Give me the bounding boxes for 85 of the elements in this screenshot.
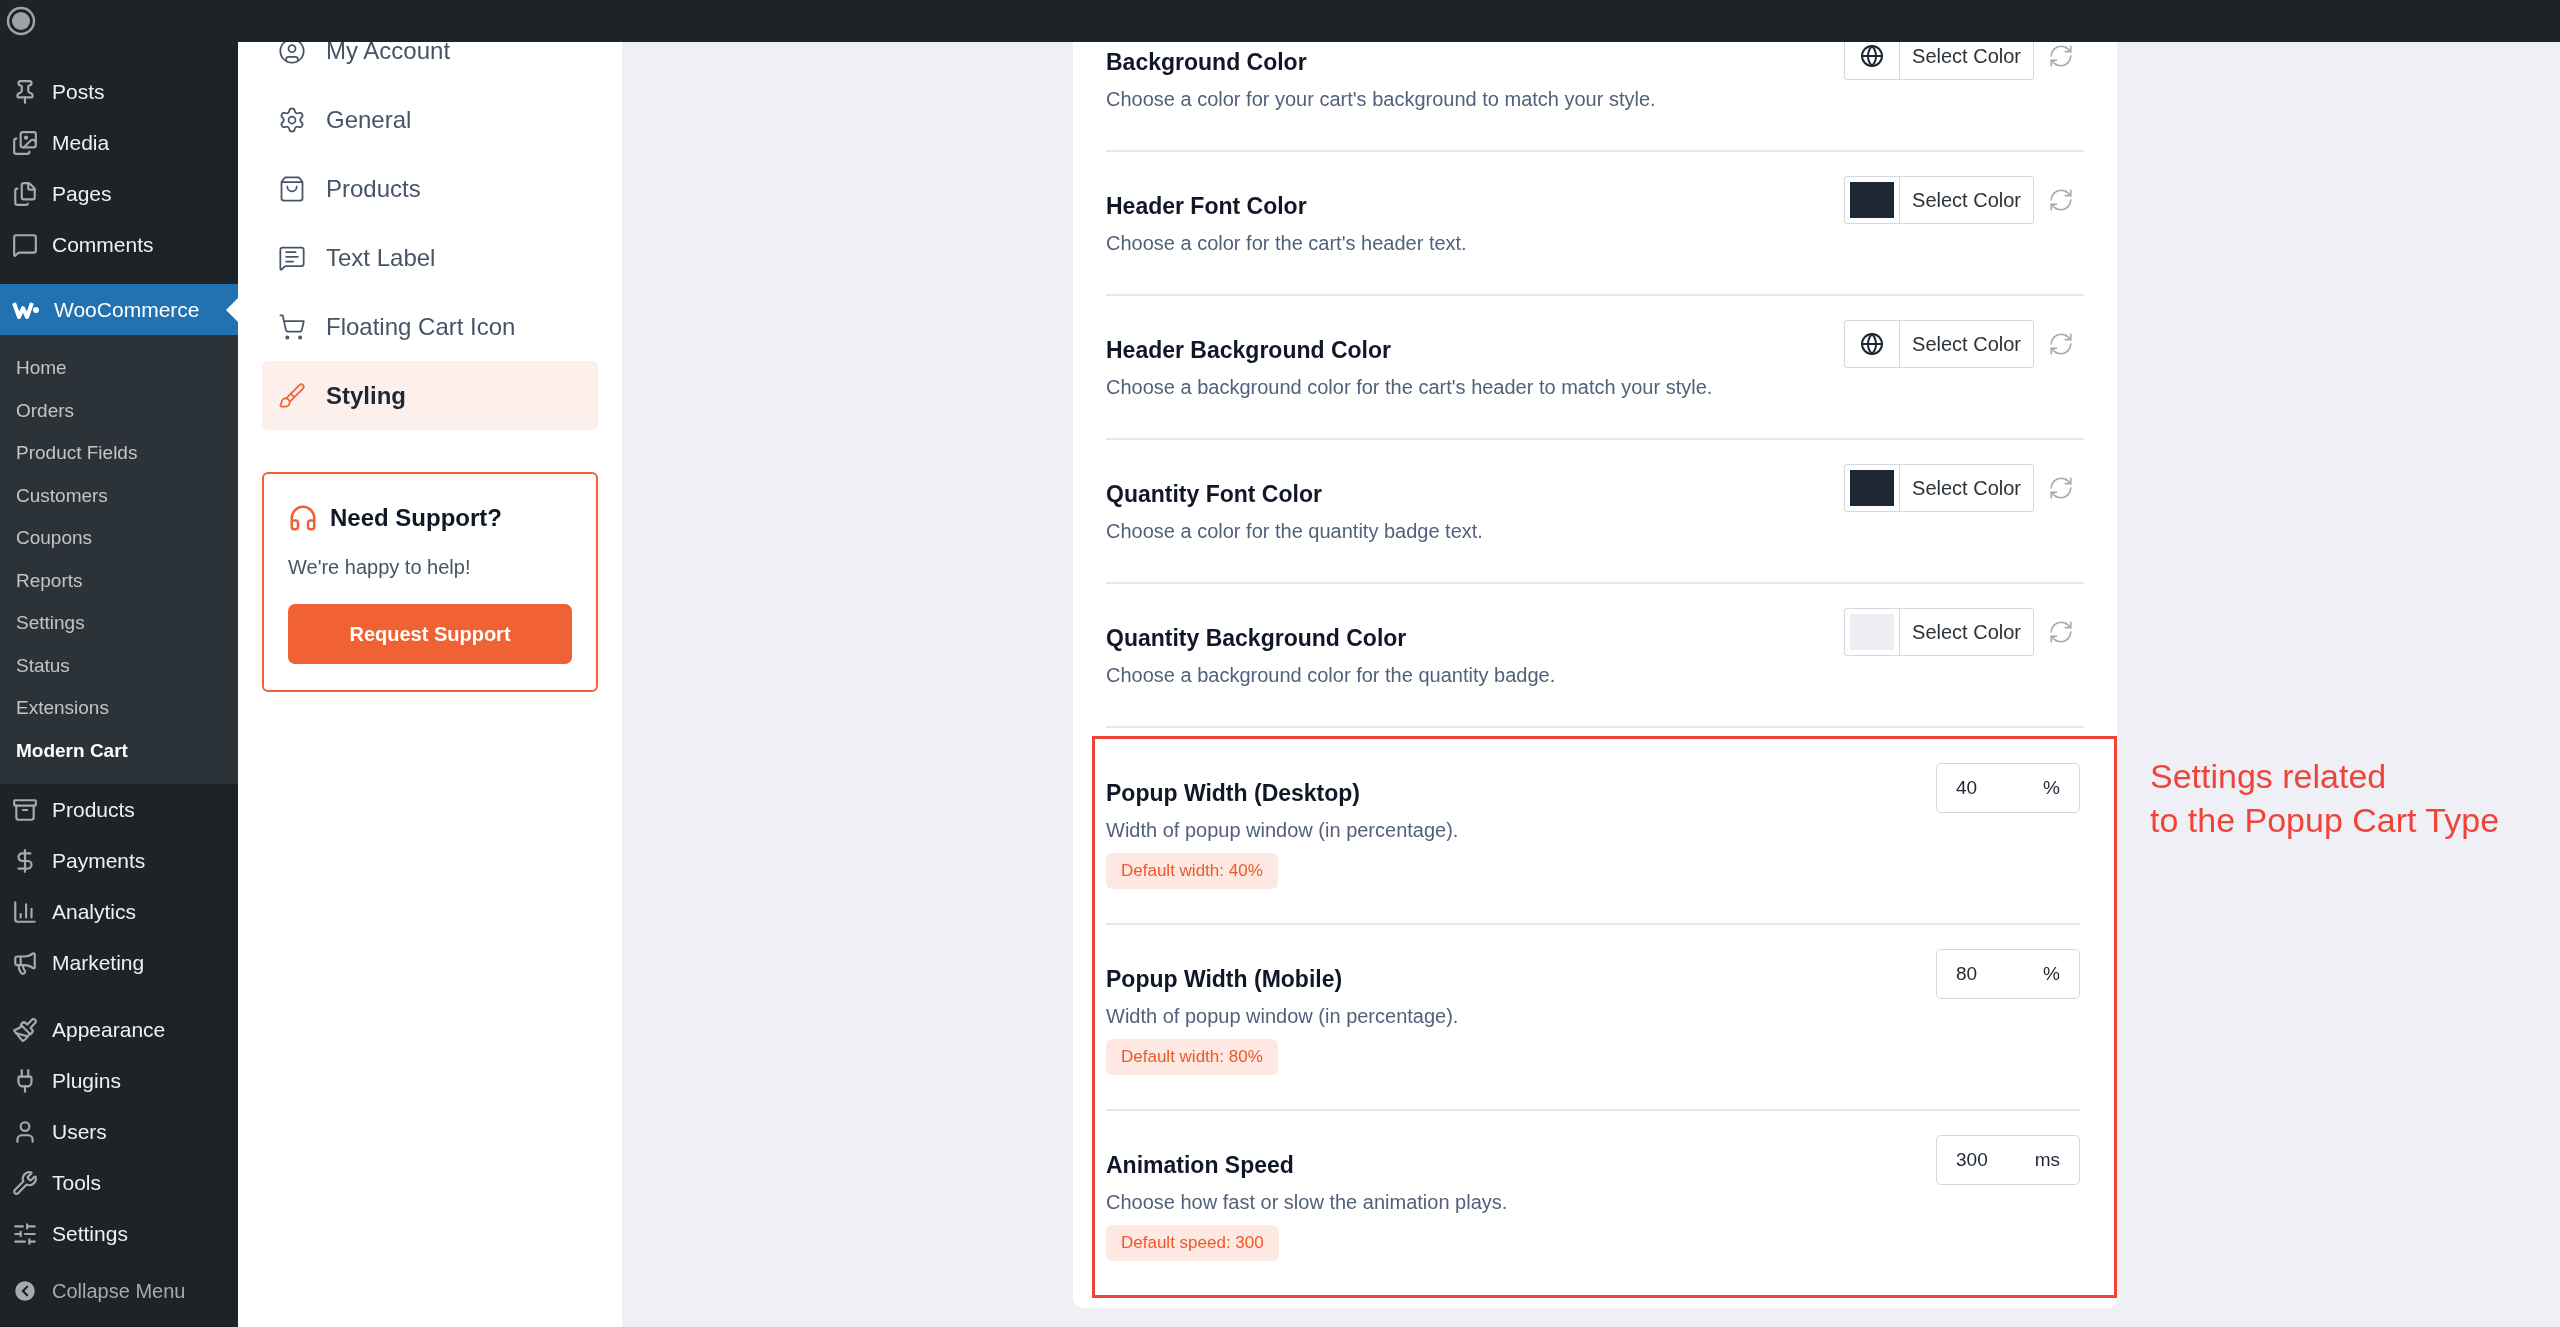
number-input[interactable]: 300 ms [1936,1135,2080,1185]
setting-title: Header Background Color [1106,336,1392,364]
archive-icon [12,796,38,823]
color-picker-button[interactable]: Select Color [1844,320,2034,368]
cart-icon [278,312,306,341]
sliders-icon [12,1220,38,1247]
color-picker-button[interactable]: Select Color [1844,42,2034,80]
setting-title: Header Font Color [1106,192,1308,220]
sidebar-item[interactable]: Appearance [0,1004,238,1055]
setting-title: Popup Width (Mobile) [1106,965,1344,993]
reset-icon[interactable] [2048,187,2074,213]
collapse-icon [12,1278,38,1304]
support-text: We're happy to help! [288,555,472,580]
setting-title: Background Color [1106,48,1308,76]
sidebar-item[interactable]: Analytics [0,886,238,937]
nav-item[interactable]: Floating Cart Icon [262,292,598,361]
default-value-tag: Default width: 80% [1106,1039,1278,1075]
nav-item[interactable]: Products [262,154,598,223]
reset-icon[interactable] [2048,619,2074,645]
annotation-text: Settings related to the Popup Cart Type [2150,756,2500,841]
setting-description: Width of popup window (in percentage). [1106,818,1459,843]
color-picker-button[interactable]: Select Color [1844,464,2034,512]
number-input[interactable]: 40 % [1936,763,2080,813]
nav-item[interactable]: General [262,85,598,154]
brush-icon [278,381,306,410]
setting-description: Choose how fast or slow the animation plays. [1106,1190,1508,1215]
reset-icon[interactable] [2048,43,2074,69]
default-value-tag: Default speed: 300 [1106,1225,1279,1261]
setting-description: Choose a color for the cart's header text. [1106,231,1467,256]
support-title: Need Support? [330,503,502,533]
nav-item[interactable]: Text Label [262,223,598,292]
sidebar-item[interactable]: Tools [0,1157,238,1208]
sidebar-item[interactable]: Payments [0,835,238,886]
user-icon [278,42,306,65]
globe-icon [1860,44,1885,68]
collapse-menu-button[interactable]: Collapse Menu [0,1267,238,1315]
sidebar-item[interactable]: Users [0,1106,238,1157]
setting-title: Quantity Background Color [1106,624,1408,652]
shopping-bag-icon [278,174,306,203]
setting-title: Quantity Font Color [1106,480,1323,508]
sidebar-item[interactable]: Comments [0,219,238,270]
sidebar-item[interactable]: Pages [0,168,238,219]
setting-description: Width of popup window (in percentage). [1106,1004,1459,1029]
submenu-item[interactable]: Coupons [0,517,238,560]
setting-description: Choose a background color for the cart's header to match your style. [1106,375,1713,400]
sidebar-item[interactable]: Posts [0,66,238,117]
images-icon [12,129,38,156]
setting-description: Choose a background color for the quantity badge. [1106,663,1556,688]
sidebar-item[interactable]: Settings [0,1208,238,1259]
color-picker-button[interactable]: Select Color [1844,176,2034,224]
submenu-item[interactable]: Home [0,347,238,390]
submenu-item[interactable]: Orders [0,389,238,432]
nav-item[interactable]: Styling [262,361,598,430]
speech-bubble-icon [12,231,38,258]
submenu-item[interactable]: Status [0,644,238,687]
settings-icon [278,105,306,134]
sidebar-item[interactable]: Plugins [0,1055,238,1106]
submenu-item[interactable]: Customers [0,474,238,517]
submenu-item[interactable]: Product Fields [0,432,238,475]
submenu-item[interactable]: Reports [0,559,238,602]
globe-icon [1860,332,1885,356]
sidebar-item[interactable]: Marketing [0,937,238,988]
nav-item[interactable]: My Account [262,42,598,85]
reset-icon[interactable] [2048,475,2074,501]
color-picker-button[interactable]: Select Color [1844,608,2034,656]
paintbrush-icon [12,1016,38,1043]
megaphone-icon [12,949,38,976]
number-input[interactable]: 80 % [1936,949,2080,999]
submenu-item[interactable]: Modern Cart [0,729,238,772]
sidebar-item[interactable]: WooCommerce [0,284,238,335]
submenu-item[interactable]: Settings [0,602,238,645]
reset-icon[interactable] [2048,331,2074,357]
setting-description: Choose a color for the quantity badge text. [1106,519,1483,544]
submenu-item[interactable]: Extensions [0,687,238,730]
sidebar-item[interactable]: Products [0,784,238,835]
default-value-tag: Default width: 40% [1106,853,1278,889]
wordpress-logo-icon[interactable] [6,6,36,36]
headset-icon [288,503,318,533]
setting-description: Choose a color for your cart's background to match your style. [1106,87,1656,112]
setting-title: Animation Speed [1106,1151,1295,1179]
sidebar-item[interactable]: Media [0,117,238,168]
pages-icon [12,180,38,207]
bar-chart-icon [12,898,38,925]
wrench-icon [12,1169,38,1196]
setting-title: Popup Width (Desktop) [1106,779,1362,807]
